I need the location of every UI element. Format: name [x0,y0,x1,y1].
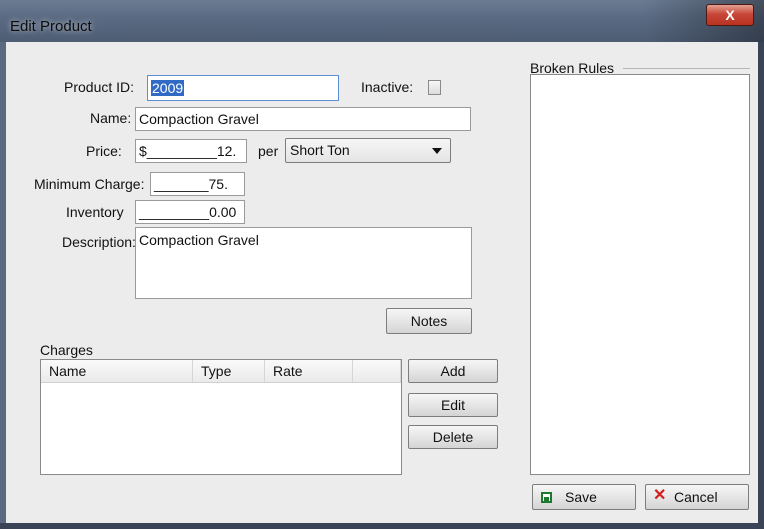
notes-button[interactable]: Notes [386,308,472,334]
cancel-button[interactable]: ✕ Cancel [645,484,749,510]
price-value: $_________12. [139,143,237,159]
delete-button-label: Delete [432,429,474,445]
unit-dropdown[interactable]: Short Ton [285,138,451,163]
product-id-label: Product ID: [64,79,135,95]
minimum-charge-label: Minimum Charge: [34,176,145,192]
name-input[interactable]: Compaction Gravel [135,107,471,131]
description-label: Description: [62,234,136,250]
window-frame-bottom [0,523,764,529]
window-frame-left [0,42,6,529]
broken-rules-list[interactable] [530,74,750,475]
notes-button-label: Notes [410,313,448,329]
column-header-type[interactable]: Type [193,360,265,382]
column-name-label: Name [49,363,87,379]
column-type-label: Type [201,363,232,379]
charges-grid-header: Name Type Rate [41,360,401,383]
chevron-down-icon [432,148,442,154]
inventory-input[interactable]: _________0.00 [135,200,245,224]
description-textarea[interactable]: Compaction Gravel [135,227,472,299]
cancel-x-icon: ✕ [653,487,667,504]
price-label: Price: [86,143,122,159]
inventory-value: _________0.00 [139,204,237,220]
name-value: Compaction Gravel [139,111,259,127]
column-rate-label: Rate [273,363,303,379]
column-header-rate[interactable]: Rate [265,360,353,382]
save-disk-icon [541,492,552,503]
close-button[interactable]: X [706,4,754,26]
save-button-label: Save [565,489,597,505]
minimum-charge-value: _______75. [154,176,228,192]
inventory-label: Inventory [66,204,124,220]
window-frame-right [758,42,764,529]
edit-product-window: Edit Product X Product ID: 2009 Inactive… [0,0,764,529]
price-input[interactable]: $_________12. [135,139,247,163]
product-id-value: 2009 [151,80,185,96]
inactive-label: Inactive: [361,79,414,95]
inactive-checkbox[interactable] [428,80,441,95]
add-charge-button[interactable]: Add [408,359,498,383]
unit-value: Short Ton [290,142,350,158]
charges-label: Charges [40,342,93,358]
cancel-button-label: Cancel [674,489,718,505]
title-bar[interactable]: Edit Product [0,0,764,42]
delete-charge-button[interactable]: Delete [408,425,498,449]
add-button-label: Add [440,363,466,379]
window-title: Edit Product [10,18,92,35]
column-header-name[interactable]: Name [41,360,193,382]
minimum-charge-input[interactable]: _______75. [150,172,245,196]
description-value: Compaction Gravel [139,232,259,248]
column-header-extra [353,360,401,382]
per-label: per [258,143,279,159]
name-label: Name: [90,110,132,126]
close-icon: X [725,7,735,23]
edit-charge-button[interactable]: Edit [408,393,498,417]
edit-button-label: Edit [440,397,466,413]
product-id-input[interactable]: 2009 [147,75,339,101]
broken-rules-divider [623,68,750,69]
save-button[interactable]: Save [532,484,636,510]
charges-grid[interactable]: Name Type Rate [40,359,402,475]
